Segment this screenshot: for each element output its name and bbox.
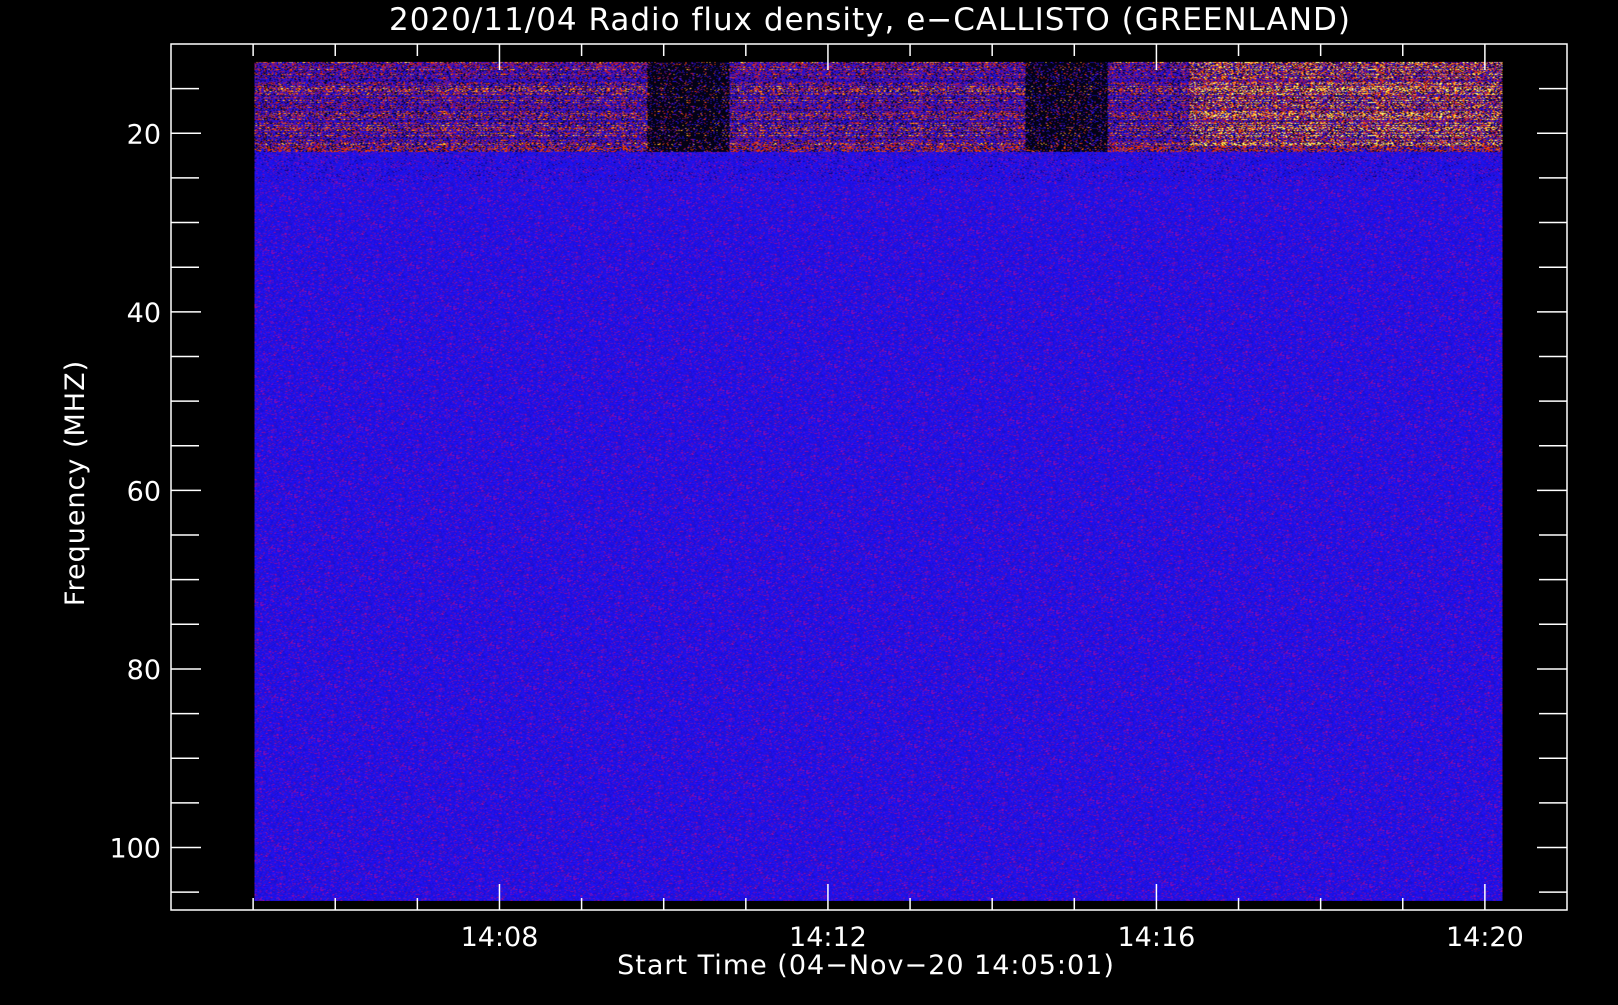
x-tick-label: 14:12: [789, 922, 867, 953]
y-tick-label: 100: [109, 834, 161, 865]
x-tick-label: 14:08: [461, 922, 539, 953]
y-tick-label: 40: [127, 298, 161, 329]
heatmap-image: [254, 61, 1503, 901]
x-tick-label: 14:20: [1446, 922, 1524, 953]
y-tick-label: 80: [127, 655, 161, 686]
y-tick-label: 60: [127, 476, 161, 507]
spectrogram-chart: 14:08 14:12 14:16 14:20 20 40 60 80 100 2020/11/…: [0, 0, 1618, 1000]
x-tick-label: 14:16: [1118, 922, 1196, 953]
y-axis-label: Frequency (MHZ): [60, 360, 91, 606]
x-axis-label: Start Time (04−Nov−20 14:05:01): [617, 950, 1115, 981]
y-tick-label: 20: [127, 119, 161, 150]
spectrogram-svg: 14:08 14:12 14:16 14:20 20 40 60 80 100 2020/11/…: [0, 0, 1618, 1000]
chart-title: 2020/11/04 Radio flux density, e−CALLIST…: [389, 2, 1351, 38]
